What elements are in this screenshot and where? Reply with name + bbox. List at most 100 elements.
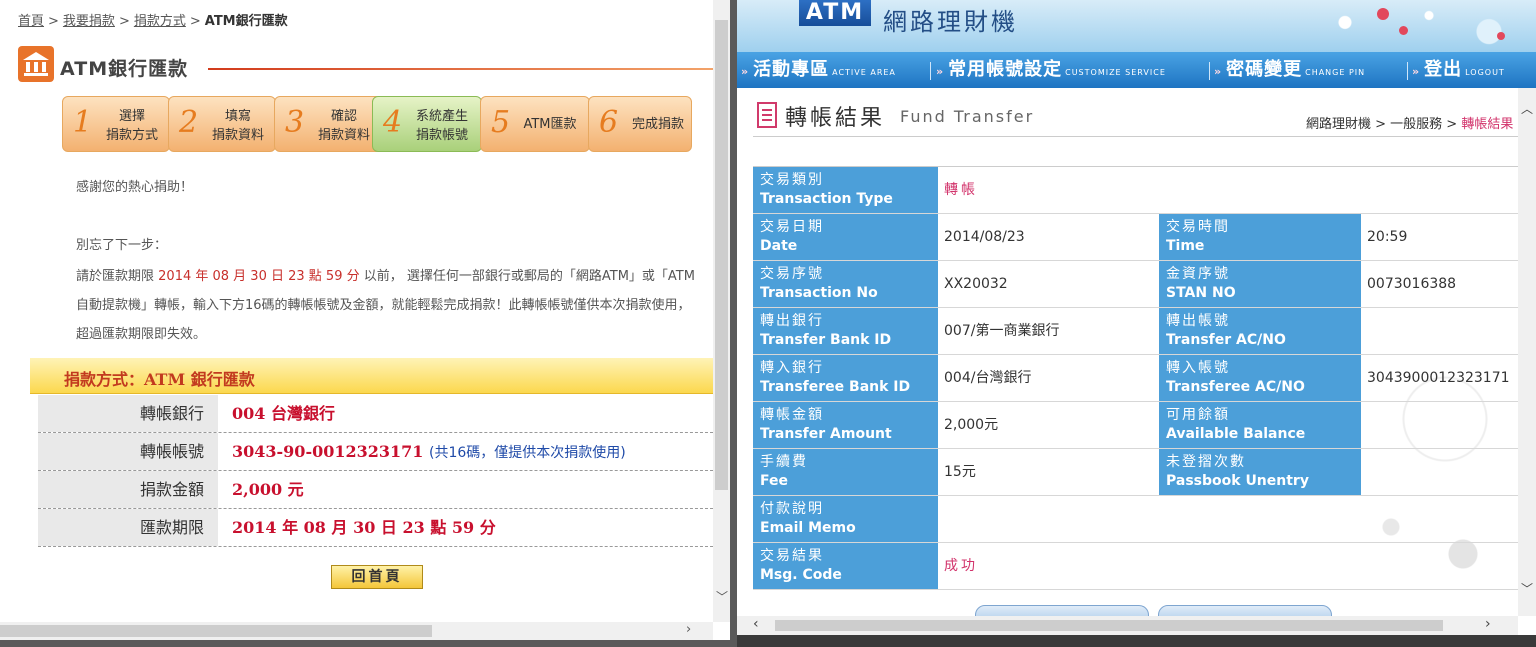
breadcrumb-separator: > [189, 14, 201, 29]
step-label: 選擇 捐款方式 [105, 109, 158, 143]
field-label: 轉入帳號 Transferee AC/NO [1159, 355, 1361, 401]
table-row: 交易序號 Transaction No XX20032 金資序號 STAN NO 0073… [753, 261, 1518, 308]
transfer-result-table: 交易類別 Transaction Type 轉帳 交易日期 Date 2014/08/23… [753, 166, 1518, 590]
row-value: 3043-90-0012323171 (共16碼，僅提供本次捐款使用) [232, 442, 626, 461]
nav-customize-service[interactable]: » 常用帳號設定 CUSTOMIZE SERVICE [936, 52, 1166, 88]
breadcrumb-link-method[interactable]: 捐款方式 [134, 14, 186, 29]
step-label: ATM匯款 [523, 117, 577, 132]
scroll-right-icon[interactable]: › [686, 622, 691, 637]
field-value [1361, 449, 1518, 495]
table-row: 交易結果 Msg. Code 成功 [753, 543, 1518, 590]
field-label: 可用餘額 Available Balance [1159, 402, 1361, 448]
flower-decoration [1377, 8, 1389, 20]
table-row: 付款說明 Email Memo [753, 496, 1518, 543]
table-row: 轉出銀行 Transfer Bank ID 007/第一商業銀行 轉出帳號 Transf… [753, 308, 1518, 355]
deadline-highlight: 2014 年 08 月 30 日 23 點 59 分 [158, 269, 360, 284]
step-label: 確認 捐款資料 [317, 109, 370, 143]
step-6: 6 完成捐款 [588, 96, 692, 152]
document-icon [757, 102, 777, 128]
row-label: 匯款期限 [38, 509, 218, 546]
nav-arrow-icon: » [1412, 65, 1421, 78]
row-value: 2014 年 08 月 30 日 23 點 59 分 [232, 518, 496, 537]
table-row: 手續費 Fee 15元 未登摺次數 Passbook Unentry [753, 449, 1518, 496]
account-info-table: 轉帳銀行 004 台灣銀行 轉帳帳號 3043-90-0012323171 (共… [38, 395, 713, 547]
step-number: 5 [491, 105, 511, 140]
field-label: 交易日期 Date [753, 214, 938, 260]
field-value: 007/第一商業銀行 [944, 323, 1060, 339]
breadcrumb-separator: > [118, 14, 130, 29]
step-4-active: 4 系統產生 捐款帳號 [372, 96, 482, 152]
nav-active-area[interactable]: » 活動專區 ACTIVE AREA [741, 52, 896, 88]
action-button-right[interactable] [1158, 605, 1332, 616]
step-1: 1 選擇 捐款方式 [62, 96, 170, 152]
donation-window: 首頁 > 我要捐款 > 捐款方式 > ATM銀行匯款 ATM銀行匯款 1 選擇 捐款方式 [0, 0, 730, 640]
thanks-text: 感謝您的熱心捐助！ [76, 180, 194, 195]
table-row: 轉帳銀行 004 台灣銀行 [38, 395, 713, 433]
breadcrumb: 網路理財機 > 一般服務 > 轉帳結果 [1306, 117, 1514, 132]
method-label: 捐款方式：ATM 銀行匯款 [64, 370, 255, 389]
field-value [1361, 308, 1518, 354]
action-button-left[interactable] [975, 605, 1149, 616]
scroll-up-icon[interactable]: ︿ [1521, 100, 1533, 117]
page-title: ATM銀行匯款 [60, 58, 189, 80]
table-row: 轉帳帳號 3043-90-0012323171 (共16碼，僅提供本次捐款使用) [38, 433, 713, 471]
nav-change-pin[interactable]: » 密碼變更 CHANGE PIN [1214, 52, 1365, 88]
table-row: 轉帳金額 Transfer Amount 2,000元 可用餘額 Available B… [753, 402, 1518, 449]
vertical-scrollbar[interactable]: ︿ ﹀ [1518, 88, 1536, 616]
field-value [938, 496, 1518, 542]
scroll-thumb[interactable] [715, 20, 728, 490]
field-label: 交易時間 Time [1159, 214, 1361, 260]
field-label: 轉出帳號 Transfer AC/NO [1159, 308, 1361, 354]
breadcrumb-current: 轉帳結果 [1461, 117, 1514, 132]
app-title: 網路理財機 [883, 8, 1018, 36]
row-label: 轉帳帳號 [38, 433, 218, 470]
row-value: 004 台灣銀行 [232, 404, 335, 423]
table-row: 匯款期限 2014 年 08 月 30 日 23 點 59 分 [38, 509, 713, 547]
title-divider [208, 68, 713, 70]
step-number: 2 [179, 105, 199, 140]
app-header: ATM 網路理財機 [737, 0, 1536, 52]
field-label: 交易類別 Transaction Type [753, 167, 938, 213]
field-label: 付款說明 Email Memo [753, 496, 938, 542]
step-number: 1 [73, 105, 93, 140]
nav-arrow-icon: » [936, 65, 945, 78]
field-label: 手續費 Fee [753, 449, 938, 495]
field-value: 成功 [944, 558, 978, 574]
row-label: 捐款金額 [38, 471, 218, 508]
scroll-thumb[interactable] [0, 625, 432, 637]
window-bottom-edge [737, 635, 1536, 647]
scroll-thumb[interactable] [775, 620, 1443, 631]
step-5: 5 ATM匯款 [480, 96, 590, 152]
field-value: 15元 [944, 464, 976, 480]
breadcrumb-link-home[interactable]: 首頁 [18, 14, 44, 29]
home-button[interactable]: 回首頁 [331, 565, 423, 589]
screen: 首頁 > 我要捐款 > 捐款方式 > ATM銀行匯款 ATM銀行匯款 1 選擇 捐款方式 [0, 0, 1536, 647]
step-label: 系統產生 捐款帳號 [415, 109, 468, 143]
breadcrumb-separator: > [48, 14, 59, 29]
breadcrumb-link-donate[interactable]: 我要捐款 [63, 14, 115, 29]
row-label: 轉帳銀行 [38, 395, 218, 432]
horizontal-scrollbar[interactable]: › [0, 622, 713, 640]
scroll-left-icon[interactable]: ‹ [753, 616, 759, 632]
scroll-thumb[interactable] [1521, 118, 1533, 578]
field-value: 轉帳 [944, 182, 978, 198]
field-value: 2,000元 [944, 417, 999, 433]
step-label: 完成捐款 [631, 117, 684, 132]
reminder-text: 別忘了下一步： [76, 238, 168, 253]
nav-logout[interactable]: » 登出 LOGOUT [1412, 52, 1505, 88]
method-bar: 捐款方式：ATM 銀行匯款 [30, 358, 713, 394]
breadcrumb: 首頁 > 我要捐款 > 捐款方式 > ATM銀行匯款 [18, 10, 288, 29]
title-divider [753, 136, 1518, 137]
scroll-right-icon[interactable]: › [1485, 616, 1491, 632]
breadcrumb-current: ATM銀行匯款 [204, 14, 288, 29]
horizontal-scrollbar[interactable]: ‹ › [737, 616, 1518, 635]
table-row: 交易類別 Transaction Type 轉帳 [753, 167, 1518, 214]
atm-logo: ATM [799, 0, 871, 26]
row-value: 2,000 元 [232, 480, 304, 499]
field-label: 轉出銀行 Transfer Bank ID [753, 308, 938, 354]
scroll-down-icon[interactable]: ﹀ [716, 588, 728, 605]
scroll-down-icon[interactable]: ﹀ [1521, 580, 1533, 597]
vertical-scrollbar[interactable]: ﹀ [713, 0, 730, 622]
field-value: 20:59 [1367, 229, 1408, 245]
field-label: 交易結果 Msg. Code [753, 543, 938, 589]
